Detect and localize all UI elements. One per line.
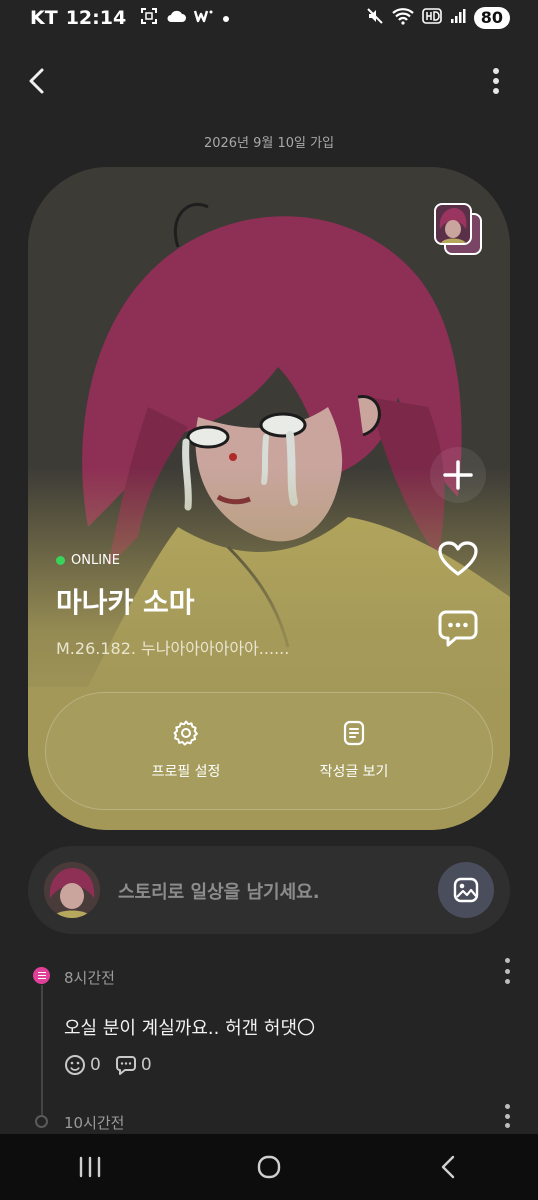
online-dot-icon [56, 556, 65, 565]
post-timestamp: 10시간전 [64, 1114, 125, 1132]
system-navigation-bar [0, 1134, 538, 1200]
view-posts-label: 작성글 보기 [319, 764, 389, 780]
reaction-count: 0 [90, 1055, 101, 1075]
system-back-button[interactable] [418, 1142, 478, 1192]
comment-icon [115, 1056, 136, 1075]
online-status: ONLINE [56, 553, 120, 568]
post-more-button[interactable] [502, 958, 512, 984]
profile-gallery-button[interactable] [434, 203, 482, 255]
like-button[interactable] [430, 531, 486, 587]
online-label: ONLINE [71, 553, 120, 568]
avatar-image [44, 862, 100, 918]
chat-button[interactable] [430, 600, 486, 656]
status-left: KT 12:14 [30, 7, 230, 29]
home-button[interactable] [239, 1142, 299, 1192]
recent-apps-icon [79, 1156, 100, 1178]
profile-name: 마나카 소마 [56, 586, 195, 619]
post-text: 오실 분이 계실까요.. 허갠 허댓〇 [64, 1018, 316, 1039]
comment-count: 0 [140, 1055, 152, 1075]
hd-voice-icon [421, 8, 442, 28]
story-placeholder: 스토리로 일상을 남기세요. [118, 882, 320, 903]
cloud-icon [166, 9, 187, 27]
more-vertical-icon [504, 1104, 510, 1109]
profile-settings-button[interactable]: 프로필 설정 [116, 719, 256, 781]
heart-icon [438, 541, 478, 576]
post-stats: 0 0 [64, 1054, 152, 1076]
avatar [44, 862, 100, 918]
timeline-line [41, 985, 43, 1115]
back-button[interactable] [20, 64, 54, 98]
comment-button[interactable]: 0 [115, 1054, 152, 1076]
view-posts-button[interactable]: 작성글 보기 [284, 719, 424, 781]
home-icon [257, 1155, 281, 1179]
chat-bubble-icon [438, 610, 478, 647]
post-timestamp: 8시간전 [64, 969, 115, 987]
smiley-icon [65, 1055, 85, 1075]
document-icon [343, 720, 365, 746]
wifi-icon [392, 7, 414, 29]
post-type-icon [33, 967, 50, 984]
more-vertical-icon [504, 958, 510, 963]
signal-icon [450, 8, 466, 28]
more-options-button[interactable] [484, 66, 508, 96]
profile-card: ONLINE 마나카 소마 M.26.182. 누나아아아아아아...... 프… [28, 167, 510, 830]
notification-dot-icon [222, 9, 230, 27]
recent-apps-button[interactable] [60, 1142, 120, 1192]
mute-icon [366, 7, 384, 29]
image-icon [453, 877, 479, 903]
status-right: 80 [366, 7, 510, 29]
more-vertical-icon [493, 68, 499, 74]
status-bar: KT 12:14 80 [0, 0, 538, 36]
battery-level: 80 [480, 8, 503, 27]
gallery-thumbnail-front [434, 203, 472, 245]
profile-action-pill: 프로필 설정 작성글 보기 [45, 692, 493, 810]
post-marker-icon [35, 1115, 48, 1128]
join-date: 2026년 9월 10일 가입 [203, 136, 335, 151]
battery-indicator: 80 [473, 7, 510, 29]
plus-icon [443, 460, 473, 490]
top-app-bar [0, 58, 538, 104]
add-photo-button[interactable] [438, 862, 494, 918]
back-arrow-icon [442, 1155, 455, 1179]
carrier-label: KT [30, 7, 58, 29]
story-composer[interactable]: 스토리로 일상을 남기세요. [28, 846, 510, 934]
clock: 12:14 [65, 7, 127, 29]
avatar-thumbnail-icon [439, 208, 467, 243]
gear-icon [173, 720, 198, 746]
chevron-left-icon [29, 68, 44, 94]
reaction-button[interactable]: 0 [64, 1054, 101, 1076]
post-more-button[interactable] [502, 1104, 512, 1128]
webtoon-app-icon [194, 8, 214, 28]
profile-status-message: M.26.182. 누나아아아아아아...... [56, 639, 290, 658]
profile-settings-label: 프로필 설정 [151, 764, 221, 780]
screenshot-icon [140, 7, 158, 29]
add-friend-button[interactable] [430, 447, 486, 503]
